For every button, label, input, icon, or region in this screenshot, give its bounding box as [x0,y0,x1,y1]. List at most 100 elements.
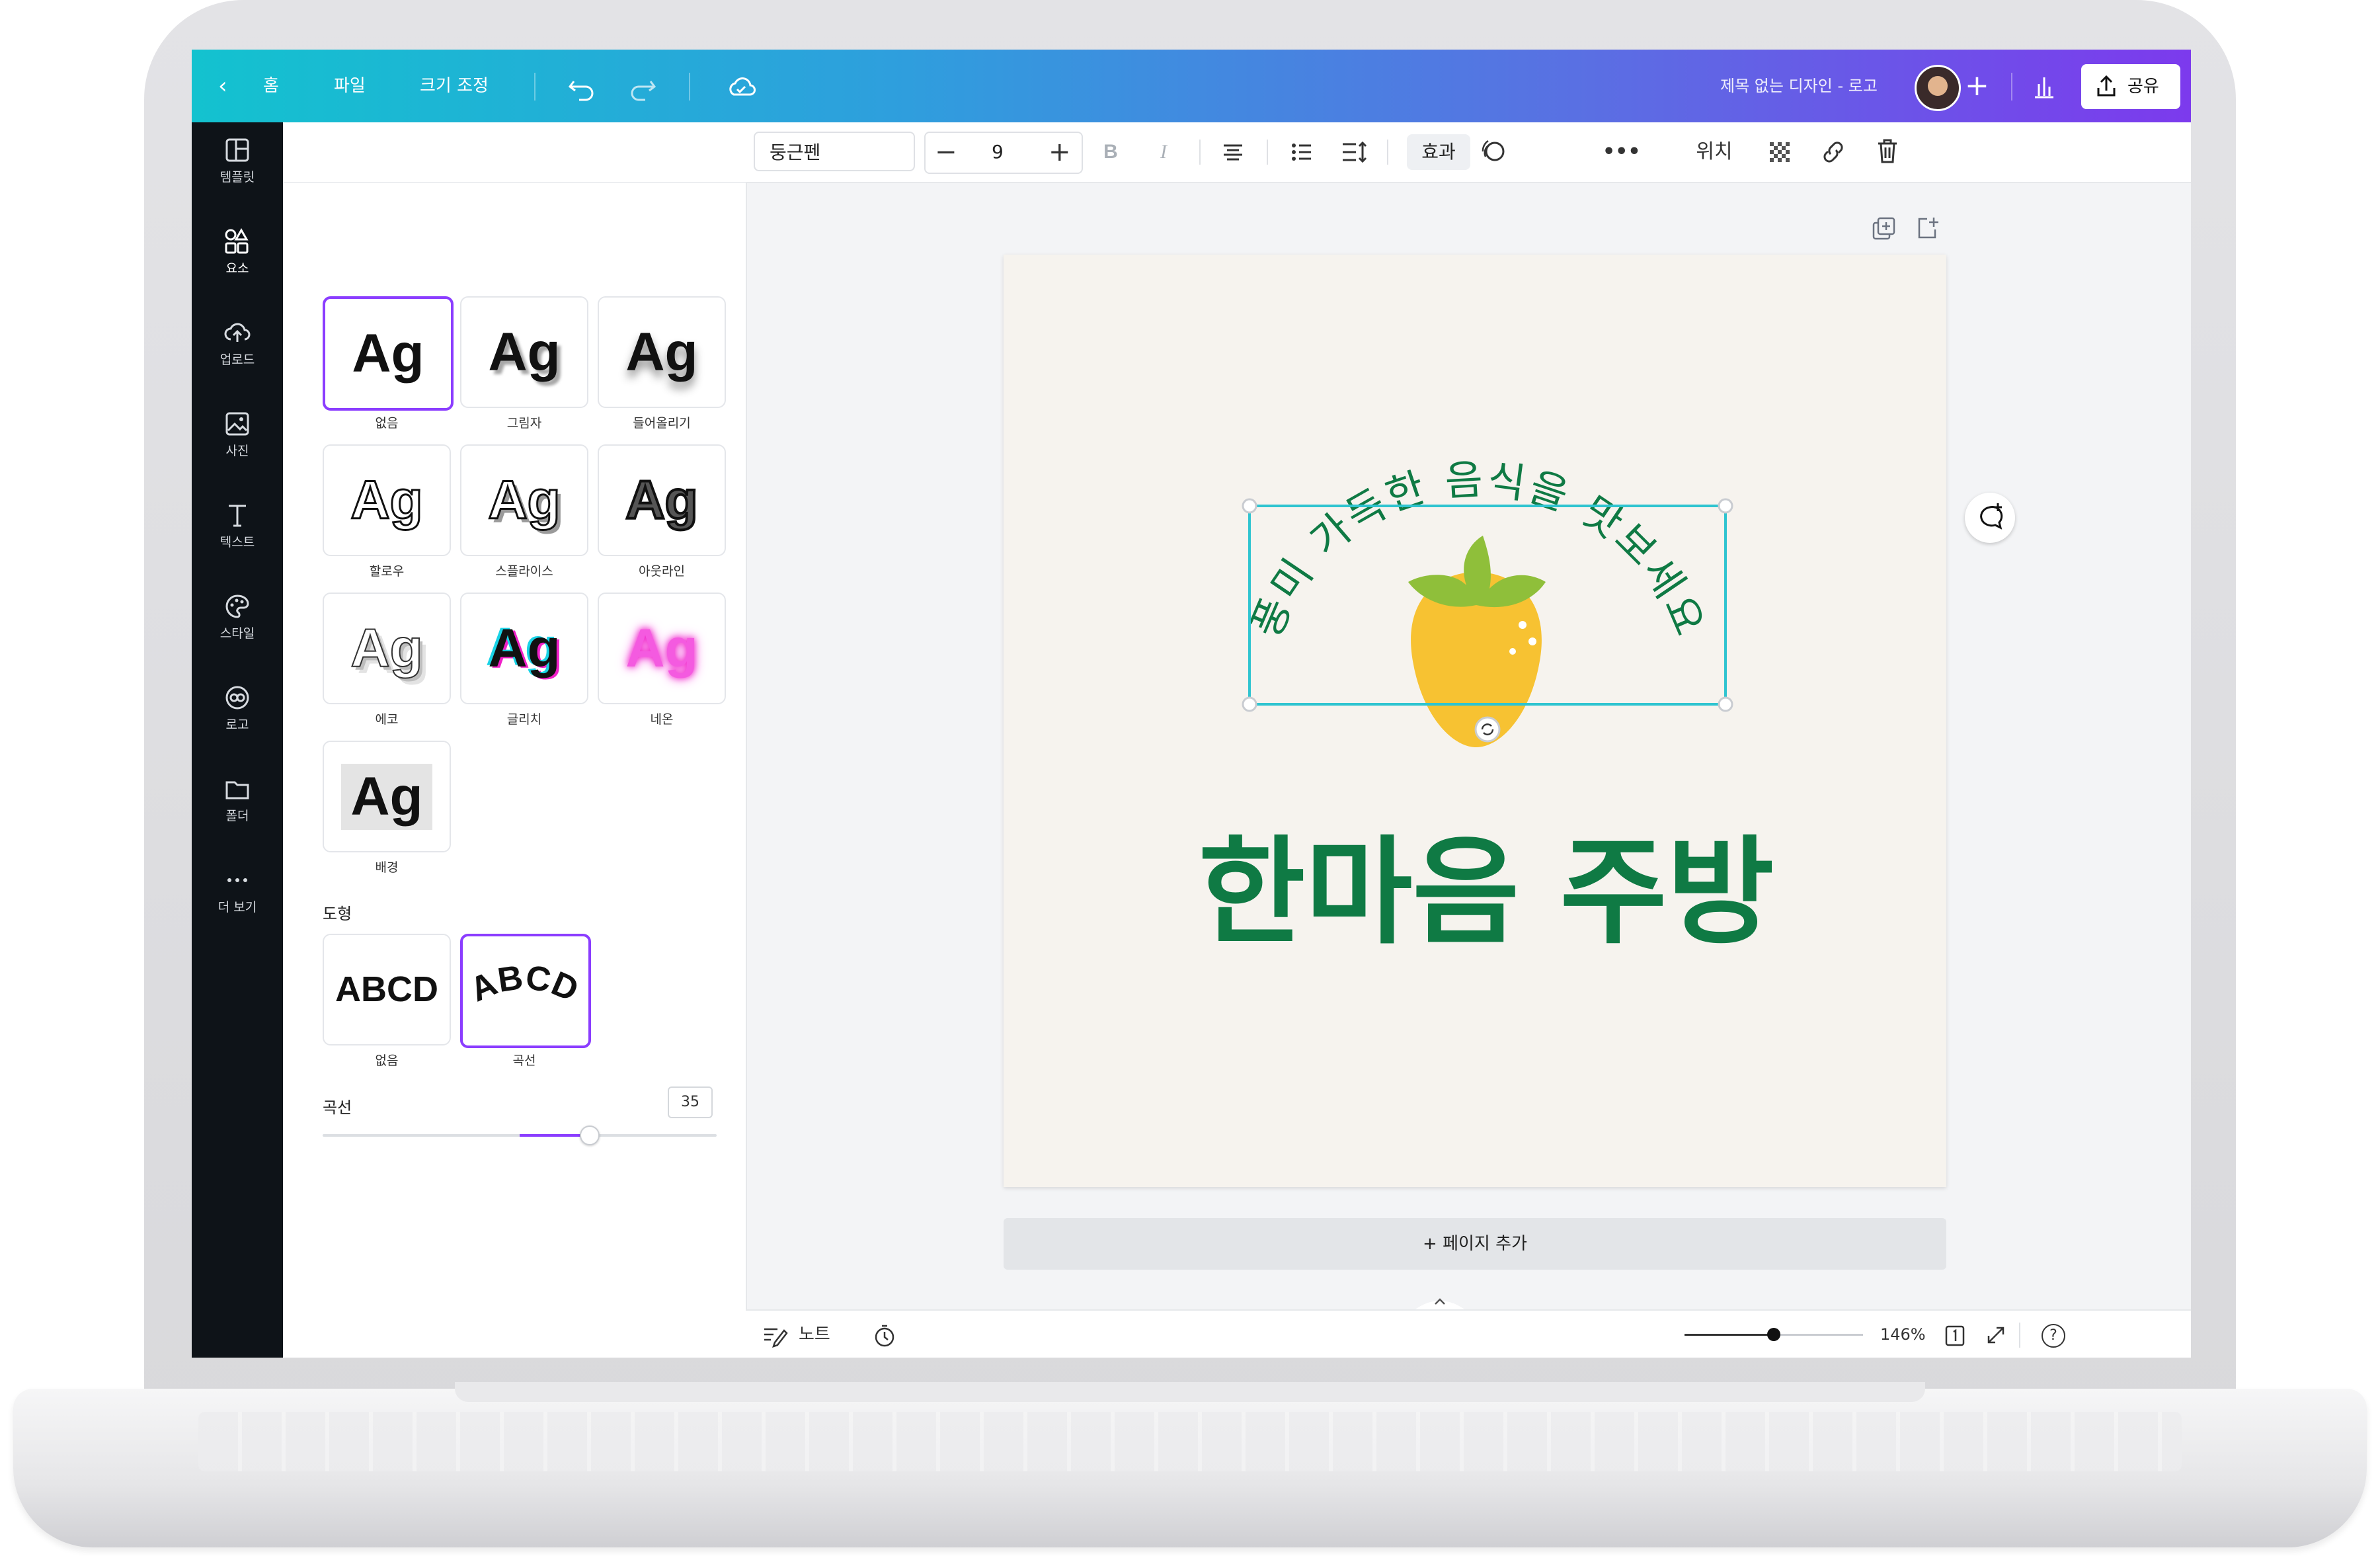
curved-text-sample: ABCD [465,958,584,1009]
shape-label: 곡선 [512,1053,536,1068]
position-button[interactable]: 위치 [1691,122,1737,182]
rail-item-uploads[interactable]: 업로드 [192,305,283,391]
line-spacing-icon[interactable] [1338,122,1371,182]
effect-background-tile[interactable]: Ag [323,741,451,852]
cloud-save-icon[interactable] [726,50,756,122]
rotate-handle-icon[interactable] [1474,716,1501,743]
page-view-icon[interactable] [1942,1311,1969,1358]
timer-icon[interactable] [871,1311,898,1358]
transparency-icon[interactable] [1763,122,1796,182]
photo-icon [225,412,249,436]
rail-label: 템플릿 [219,170,255,184]
effect-label: 아웃라인 [639,564,685,579]
resize-handle[interactable] [1718,498,1733,514]
undo-icon[interactable] [567,50,596,122]
italic-button[interactable]: I [1150,122,1177,182]
effect-label: 네온 [650,712,674,727]
template-icon [225,138,249,162]
rail-label: 더 보기 [218,900,257,915]
notes-button[interactable]: 노트 [799,1311,830,1358]
file-menu-button[interactable]: 파일 [334,50,366,122]
header-divider [534,73,536,101]
font-family-select[interactable]: 둥근펜 [754,132,915,171]
curve-slider-thumb[interactable] [580,1126,600,1145]
rail-item-elements[interactable]: 요소 [192,214,283,300]
effect-background-sample: Ag [341,764,432,830]
effect-lift-tile[interactable]: Ag [598,296,726,408]
upload-icon [224,323,251,342]
home-button[interactable]: 홈 [263,50,279,122]
laptop-hinge [455,1382,1925,1402]
curve-slider-track[interactable] [323,1126,717,1145]
add-page-icon[interactable] [1914,214,1943,245]
top-header: ‹ 홈 파일 크기 조정 제목 없는 디자인 - 로고 + 공유 [192,50,2191,122]
rail-label: 업로드 [219,352,255,367]
effect-label: 에코 [375,712,399,727]
expand-notes-chevron-icon[interactable] [1413,1291,1466,1311]
fullscreen-icon[interactable] [1983,1311,2010,1358]
curve-label: 곡선 [323,1098,352,1117]
effects-button[interactable]: 효과 [1407,134,1470,170]
shape-curve-tile[interactable]: ABCD [460,934,591,1048]
font-size-value[interactable]: 9 [992,133,1004,171]
curve-value-input[interactable]: 35 [668,1086,713,1118]
effect-none-tile[interactable]: Ag [323,296,454,411]
rail-item-folders[interactable]: 폴더 [192,761,283,847]
effect-label: 없음 [375,416,399,430]
zoom-slider-thumb[interactable] [1767,1328,1780,1341]
effects-panel: Ag 없음 Ag 그림자 Ag 들어올리기 Ag 할로우 Ag 스플라이스 Ag… [283,122,747,1358]
rail-item-text[interactable]: 텍스트 [192,487,283,573]
rail-item-styles[interactable]: 스타일 [192,579,283,665]
rail-item-more[interactable]: 더 보기 [192,852,283,938]
list-icon[interactable] [1285,122,1318,182]
design-page[interactable]: 풍미 가득한 음식을 맛보세요 한마음 주방 [1004,255,1946,1187]
rail-item-photos[interactable]: 사진 [192,396,283,482]
decrease-size-icon[interactable]: − [935,133,957,171]
bold-button[interactable]: B [1097,122,1124,182]
help-button[interactable]: ? [2042,1324,2065,1348]
svg-text:ABCD: ABCD [465,958,584,1009]
share-button[interactable]: 공유 [2081,64,2180,109]
duplicate-page-icon[interactable] [1870,215,1899,247]
effect-label: 할로우 [369,564,405,579]
effect-shadow-tile[interactable]: Ag [460,296,588,408]
insights-chart-icon[interactable] [2031,50,2057,122]
resize-handle[interactable] [1242,696,1257,712]
align-center-icon[interactable] [1216,122,1250,182]
resize-handle[interactable] [1718,696,1733,712]
brand-title[interactable]: 한마음 주방 [1199,825,1774,960]
rail-item-logos[interactable]: 로고 [192,670,283,756]
avatar[interactable] [1915,65,1961,111]
logo-artwork: 풍미 가득한 음식을 맛보세요 한마음 주방 [1199,455,1774,960]
effect-neon-tile[interactable]: Ag [598,593,726,704]
rail-label: 요소 [225,261,249,276]
effect-echo-tile[interactable]: Ag [323,593,451,704]
effect-outline-tile[interactable]: Ag [598,444,726,556]
toolbar-divider [1387,140,1388,165]
toolbar-divider [1199,140,1201,165]
header-divider [2011,73,2012,101]
back-chevron-icon[interactable]: ‹ [218,50,227,122]
link-icon[interactable] [1817,122,1850,182]
effect-hollow-tile[interactable]: Ag [323,444,451,556]
zoom-level[interactable]: 146% [1880,1311,1926,1358]
delete-icon[interactable] [1871,122,1904,182]
document-title[interactable]: 제목 없는 디자인 - 로고 [1720,50,1878,122]
add-comment-icon[interactable] [1965,493,2015,543]
laptop-keyboard [198,1412,2182,1471]
more-options-icon[interactable]: ••• [1603,122,1641,182]
resize-button[interactable]: 크기 조정 [420,50,489,122]
rail-item-templates[interactable]: 템플릿 [192,122,283,208]
increase-size-icon[interactable]: + [1049,133,1071,171]
redo-icon[interactable] [628,50,657,122]
resize-handle[interactable] [1242,498,1257,514]
effect-splice-tile[interactable]: Ag [460,444,588,556]
zoom-slider[interactable] [1685,1328,1863,1341]
shape-none-tile[interactable]: ABCD [323,934,451,1045]
effect-glitch-tile[interactable]: Ag [460,593,588,704]
style-icon [225,594,249,618]
notes-icon[interactable] [762,1311,788,1358]
animate-icon[interactable] [1477,122,1510,182]
add-page-button[interactable]: + 페이지 추가 [1004,1218,1946,1270]
add-collaborator-icon[interactable]: + [1965,50,1989,122]
